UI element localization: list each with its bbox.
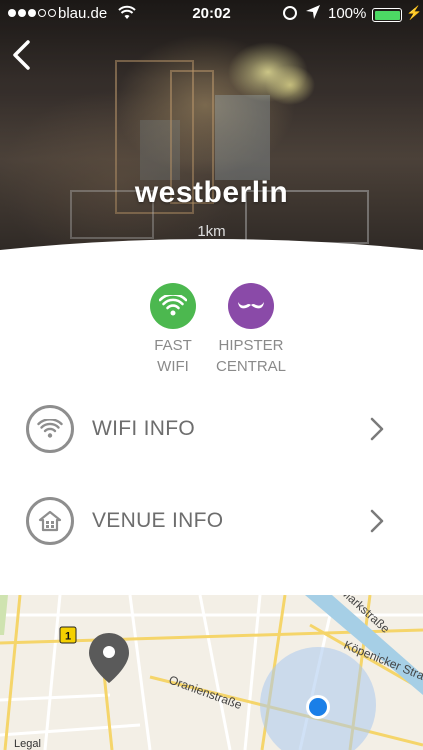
wifi-info-row[interactable]: WIFI INFO	[0, 394, 423, 464]
venue-distance: 1km	[197, 223, 226, 240]
street-label-oranienstrasse: Oranienstraße	[167, 673, 244, 712]
venue-pin-icon	[89, 633, 129, 683]
battery-icon	[372, 8, 402, 22]
location-services-icon	[306, 5, 320, 19]
route-badge: 1	[65, 631, 71, 643]
venue-info-row[interactable]: VENUE INFO	[0, 486, 423, 556]
chevron-right-icon	[370, 417, 384, 441]
wifi-icon	[26, 405, 74, 453]
wifi-info-label: WIFI INFO	[92, 417, 196, 440]
map-legal-link[interactable]: Legal	[14, 738, 41, 750]
back-arrow-icon[interactable]	[8, 38, 34, 72]
charging-icon: ⚡	[406, 5, 423, 20]
chevron-right-icon	[370, 509, 384, 533]
venue-map[interactable]: 1 Oranienstraße Köpenicker Straße Markst…	[0, 595, 423, 750]
badge-fast-wifi: FAST WIFI	[128, 283, 218, 377]
badge-label: FAST WIFI	[154, 337, 192, 375]
battery-percentage: 100%	[328, 5, 367, 22]
house-icon	[26, 497, 74, 545]
badge-hipster-central: HIPSTER CENTRAL	[206, 283, 296, 377]
venue-info-label: VENUE INFO	[92, 509, 224, 532]
map-canvas: 1 Oranienstraße Köpenicker Straße Markst…	[0, 595, 423, 750]
venue-name: westberlin	[134, 176, 289, 209]
status-bar: blau.de 20:02 100% ⚡	[0, 0, 423, 30]
badge-label: HIPSTER CENTRAL	[215, 337, 286, 375]
rotation-lock-icon	[283, 6, 297, 20]
mustache-icon	[228, 283, 274, 329]
wifi-icon	[150, 283, 196, 329]
user-location-dot	[309, 698, 327, 716]
